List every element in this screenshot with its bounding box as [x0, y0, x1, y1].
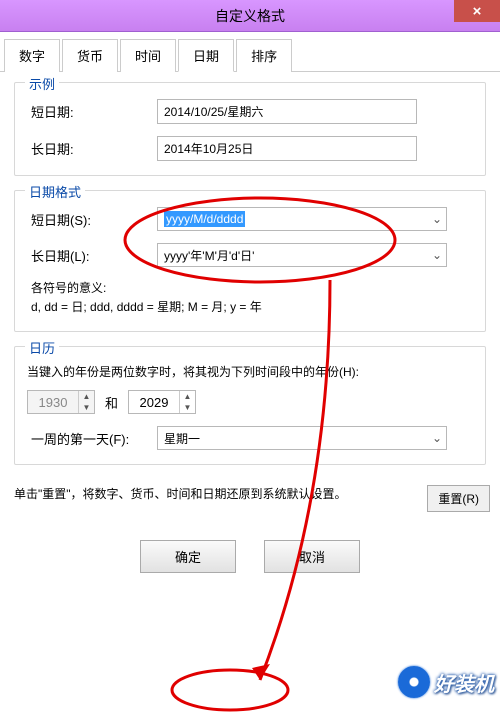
titlebar: 自定义格式 ×	[0, 0, 500, 32]
tab-bar: 数字 货币 时间 日期 排序	[0, 32, 500, 72]
dialog-button-row: 确定 取消	[0, 512, 500, 573]
label-long-date-example: 长日期:	[27, 139, 157, 158]
tab-currency[interactable]: 货币	[62, 39, 118, 72]
symbol-meaning-label: 各符号的意义:	[31, 279, 473, 298]
tab-time[interactable]: 时间	[120, 39, 176, 72]
combo-first-day-value: 星期一	[164, 430, 200, 447]
label-long-date-format: 长日期(L):	[27, 246, 157, 265]
tab-date[interactable]: 日期	[178, 39, 234, 72]
label-first-day: 一周的第一天(F):	[27, 429, 157, 448]
two-digit-year-text: 当键入的年份是两位数字时，将其视为下列时间段中的年份(H):	[27, 363, 473, 380]
tab-number[interactable]: 数字	[4, 39, 60, 72]
label-short-date-example: 短日期:	[27, 102, 157, 121]
caret-up-icon[interactable]: ▲	[180, 391, 195, 402]
tab-sort[interactable]: 排序	[236, 39, 292, 72]
symbol-meaning-text: d, dd = 日; ddd, dddd = 星期; M = 月; y = 年	[31, 298, 473, 317]
year-to-spinner[interactable]: ▲ ▼	[128, 390, 196, 414]
cancel-button[interactable]: 取消	[264, 540, 360, 573]
combo-long-date-format-value: yyyy'年'M'月'd'日'	[164, 247, 254, 264]
group-date-format: 日期格式 短日期(S): yyyy/M/d/dddd ⌄ 长日期(L): yyy…	[14, 190, 486, 332]
combo-short-date-format-value: yyyy/M/d/dddd	[164, 211, 245, 227]
watermark-text: 好装机	[434, 668, 494, 697]
reset-note: 单击"重置"，将数字、货币、时间和日期还原到系统默认设置。	[14, 485, 347, 502]
group-example-legend: 示例	[25, 74, 59, 93]
window-title: 自定义格式	[215, 6, 285, 26]
combo-short-date-format[interactable]: yyyy/M/d/dddd ⌄	[157, 207, 447, 231]
value-short-date-example: 2014/10/25/星期六	[157, 99, 417, 124]
chevron-down-icon: ⌄	[428, 248, 446, 262]
group-calendar: 日历 当键入的年份是两位数字时，将其视为下列时间段中的年份(H): ▲ ▼ 和 …	[14, 346, 486, 465]
caret-down-icon: ▼	[79, 402, 94, 413]
label-short-date-format: 短日期(S):	[27, 210, 157, 229]
year-from-input	[28, 393, 78, 412]
chevron-down-icon: ⌄	[428, 212, 446, 226]
close-button[interactable]: ×	[454, 0, 500, 22]
chevron-down-icon: ⌄	[428, 431, 446, 445]
close-icon: ×	[473, 3, 482, 20]
reset-button[interactable]: 重置(R)	[427, 485, 490, 512]
year-from-spinner: ▲ ▼	[27, 390, 95, 414]
eye-icon	[398, 666, 430, 698]
symbol-meaning: 各符号的意义: d, dd = 日; ddd, dddd = 星期; M = 月…	[27, 279, 473, 317]
ok-button[interactable]: 确定	[140, 540, 236, 573]
combo-long-date-format[interactable]: yyyy'年'M'月'd'日' ⌄	[157, 243, 447, 267]
footer-area: 单击"重置"，将数字、货币、时间和日期还原到系统默认设置。 重置(R)	[0, 479, 500, 512]
year-between-label: 和	[105, 393, 118, 412]
year-to-input[interactable]	[129, 393, 179, 412]
watermark: 好装机	[398, 666, 494, 698]
group-example: 示例 短日期: 2014/10/25/星期六 长日期: 2014年10月25日	[14, 82, 486, 176]
value-long-date-example: 2014年10月25日	[157, 136, 417, 161]
tab-content: 示例 短日期: 2014/10/25/星期六 长日期: 2014年10月25日 …	[0, 72, 500, 465]
group-calendar-legend: 日历	[25, 338, 59, 357]
caret-down-icon[interactable]: ▼	[180, 402, 195, 413]
combo-first-day[interactable]: 星期一 ⌄	[157, 426, 447, 450]
group-date-format-legend: 日期格式	[25, 182, 85, 201]
caret-up-icon: ▲	[79, 391, 94, 402]
